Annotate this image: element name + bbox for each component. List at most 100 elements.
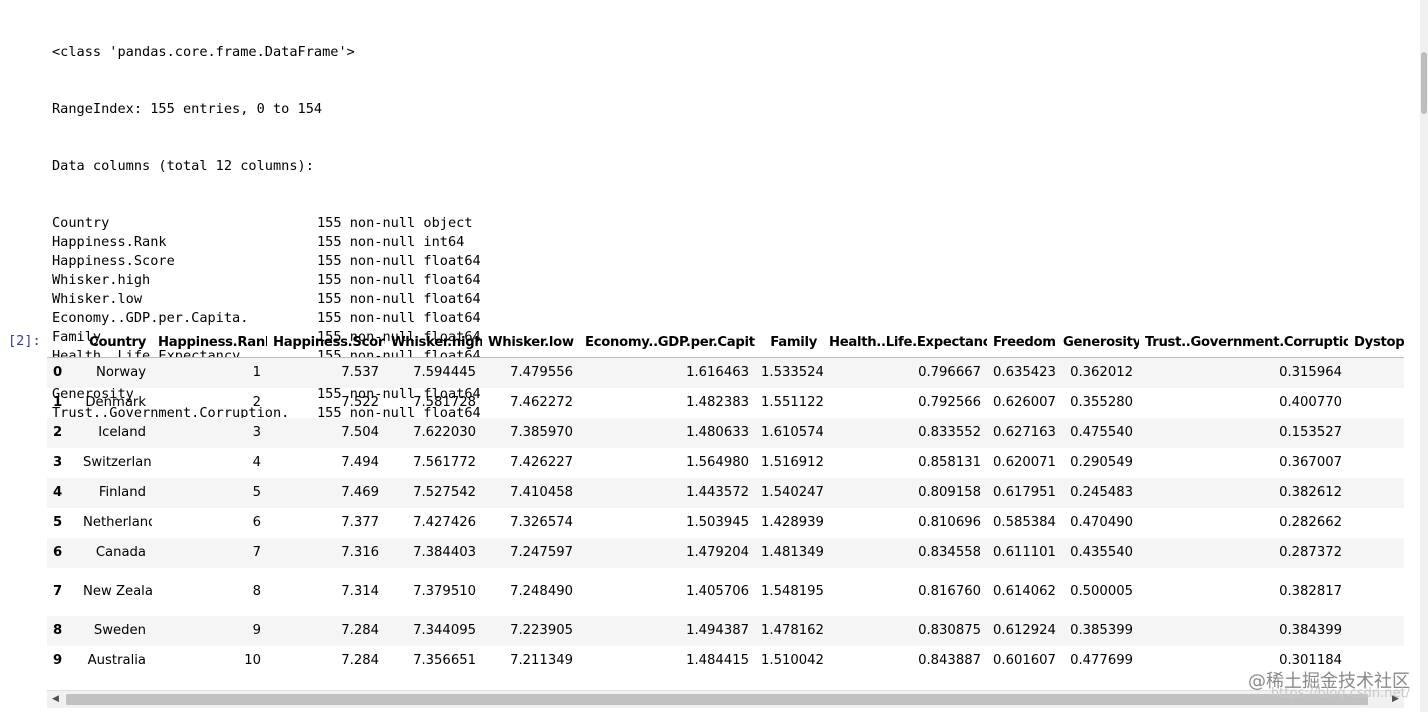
table-cell: 1.479204 (686, 545, 749, 560)
column-header: Economy..GDP.per.Capita. (579, 327, 755, 358)
info-column-dtype: 155 non-null object (317, 215, 473, 231)
info-line: RangeIndex: 155 entries, 0 to 154 (52, 101, 323, 117)
dataframe-output[interactable]: Country Happiness.Rank Happiness.Score Whis… (47, 327, 1404, 711)
table-row: 6 Canada 7 7.316 7.384403 7.247597 1.479204 1.4… (47, 537, 1404, 568)
table-cell: 1 (252, 365, 261, 381)
table-cell: 0.809158 (918, 485, 981, 500)
table-cell: 0.385399 (1070, 623, 1133, 638)
table-cell: 0.601607 (993, 653, 1056, 668)
table-cell: 7.522 (341, 395, 379, 410)
table-cell: 8 (252, 584, 261, 599)
table-cell: 1.564980 (686, 455, 749, 470)
table-cell: 0.153527 (1279, 425, 1342, 440)
table-cell: 0.245483 (1070, 485, 1133, 500)
table-cell: 7.284 (341, 623, 379, 638)
table-cell: 0.367007 (1279, 455, 1342, 470)
table-cell: 0.792566 (918, 395, 981, 410)
table-cell: 0.617951 (993, 485, 1056, 500)
info-line: <class 'pandas.core.frame.DataFrame'> (52, 44, 355, 60)
info-column-line: Country 155 non-null object (52, 214, 481, 233)
table-cell: 5 (252, 485, 261, 500)
table-cell: 1.482383 (686, 395, 749, 410)
table-cell: 7.537 (341, 365, 379, 381)
table-cell: 7.384403 (413, 545, 476, 560)
table-cell: 2 (252, 395, 261, 410)
table-cell: 0.611101 (993, 545, 1056, 560)
table-cell: 0.435540 (1070, 545, 1133, 560)
table-row: 1 Denmark 2 7.522 7.581728 7.462272 1.482383 1.… (47, 388, 1404, 418)
scroll-left-arrow-icon[interactable]: ◀ (47, 691, 64, 708)
info-column-line: Whisker.low 155 non-null float64 (52, 290, 481, 309)
table-cell: 1.428939 (761, 515, 823, 530)
horizontal-scrollbar[interactable]: ◀ ▶ (47, 690, 1404, 708)
table-cell: 7.344095 (413, 623, 476, 638)
table-cell: 7.561772 (413, 455, 476, 470)
table-cell: 0.382612 (1279, 485, 1342, 500)
table-row: 3 Switzerland 4 7.494 7.561772 7.426227 1.5649… (47, 448, 1404, 478)
table-cell: 7.326574 (510, 515, 573, 530)
table-cell: 1.494387 (686, 623, 749, 638)
table-cell: 7.223905 (510, 623, 573, 638)
dataframe-table: Country Happiness.Rank Happiness.Score Whis… (47, 327, 1404, 676)
table-cell (1348, 448, 1404, 478)
table-cell: 7.284 (341, 653, 379, 668)
table-cell: 0.585384 (993, 515, 1056, 530)
table-cell: 1.481349 (761, 545, 823, 560)
info-column-line: Happiness.Score 155 non-null float64 (52, 252, 481, 271)
table-cell: 1.443572 (686, 485, 749, 500)
table-cell: 0.355280 (1070, 395, 1133, 410)
info-column-dtype: 155 non-null float64 (317, 291, 481, 307)
table-cell: 0.620071 (993, 455, 1056, 470)
table-cell: 1.533524 (761, 365, 823, 381)
table-cell: 1.405706 (686, 584, 749, 599)
table-cell: 0.282662 (1279, 515, 1342, 530)
table-cell: 0.796667 (918, 365, 981, 381)
info-column-line: Happiness.Rank 155 non-null int64 (52, 233, 481, 252)
table-body: 0 Norway 1 7.537 7.594445 7.479556 1.616463 1.5… (47, 357, 1404, 676)
table-cell: 7.504 (341, 425, 379, 440)
index-header (47, 327, 77, 358)
table-cell: 7.581728 (413, 395, 476, 410)
column-header: Health..Life.Expectancy. (823, 327, 987, 358)
table-cell: 0.816760 (918, 584, 981, 599)
table-cell: 7.469 (341, 485, 379, 500)
table-cell: 7.356651 (413, 653, 476, 668)
info-column-name: Economy..GDP.per.Capita. (52, 310, 249, 326)
table-row: 2 Iceland 3 7.504 7.622030 7.385970 1.480633 1.… (47, 417, 1404, 448)
info-column-name: Whisker.low (52, 291, 143, 307)
row-index: 8 (53, 623, 63, 638)
table-cell: 1.540247 (761, 485, 823, 500)
table-cell: 0.627163 (993, 425, 1056, 440)
row-index: 9 (53, 653, 63, 668)
output-prompt: [2]: (8, 333, 41, 349)
table-cell: 7.479556 (510, 365, 573, 381)
table-cell: Finland (98, 485, 146, 500)
column-header: Country (77, 327, 152, 358)
row-index: 6 (53, 545, 63, 560)
table-cell: 7.247597 (510, 545, 573, 560)
column-header: Dystopia.Residual (1348, 327, 1404, 358)
table-cell: 9 (252, 623, 261, 638)
table-cell: 0.810696 (918, 515, 981, 530)
table-cell: 7 (252, 545, 261, 560)
vertical-scrollbar[interactable] (1420, 0, 1428, 712)
vertical-scroll-thumb[interactable] (1421, 52, 1427, 114)
table-row: 8 Sweden 9 7.284 7.344095 7.223905 1.494387 1.4… (47, 615, 1404, 646)
table-header-row: Country Happiness.Rank Happiness.Score Whis… (47, 327, 1404, 358)
table-cell: 0.612924 (993, 623, 1056, 638)
row-index: 0 (53, 365, 63, 381)
table-cell: 4 (252, 455, 261, 470)
horizontal-scroll-thumb[interactable] (66, 694, 1368, 705)
table-cell: 1.503945 (686, 515, 749, 530)
table-row: 7 New Zealand 8 7.314 7.379510 7.248490 1.4057… (47, 568, 1404, 616)
table-cell: 7.377 (341, 515, 379, 530)
table-cell: Denmark (85, 395, 146, 410)
column-header: Trust..Government.Corruption. (1139, 327, 1348, 358)
column-header: Happiness.Rank (152, 327, 267, 358)
table-cell: 7.427426 (413, 515, 476, 530)
table-cell: 0.470490 (1070, 515, 1133, 530)
table-cell (1348, 538, 1404, 568)
table-cell: 0.477699 (1070, 653, 1133, 668)
row-index: 4 (53, 485, 63, 500)
table-cell: 0.858131 (918, 455, 981, 470)
